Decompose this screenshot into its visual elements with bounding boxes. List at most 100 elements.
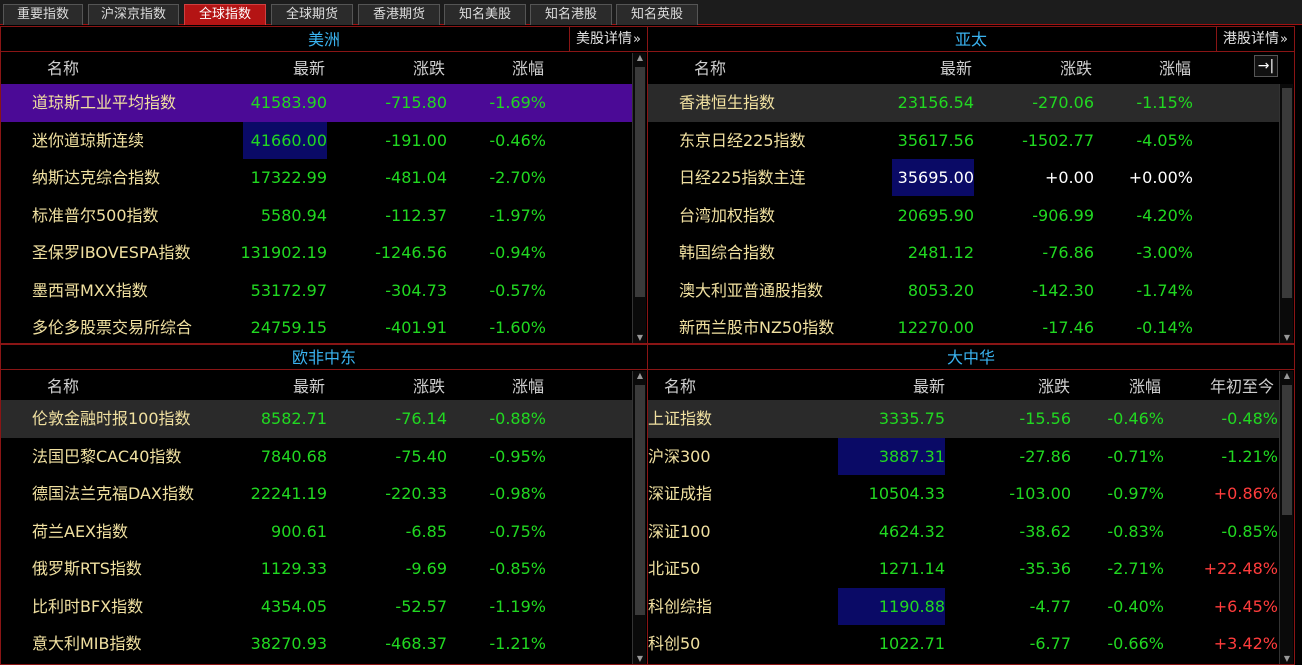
table-row[interactable]: 俄罗斯RTS指数 1129.33 -9.69 -0.85% (1, 550, 632, 588)
change: -1502.77 (1022, 130, 1094, 150)
scroll-down-icon[interactable]: ▼ (633, 333, 647, 343)
table-row[interactable]: 意大利MIB指数 38270.93 -468.37 -1.21% (1, 625, 632, 663)
table-row[interactable]: 伦敦金融时报100指数 8582.71 -76.14 -0.88% (1, 400, 632, 438)
table-row[interactable]: 韩国综合指数 2481.12 -76.86 -3.00% (648, 234, 1279, 272)
last-price: 8582.71 (260, 409, 327, 428)
vertical-scrollbar[interactable]: ▲ ▼ (632, 53, 646, 343)
table-row[interactable]: 澳大利亚普通股指数 8053.20 -142.30 -1.74% (648, 272, 1279, 310)
table-row[interactable]: 纳斯达克综合指数 17322.99 -481.04 -2.70% (1, 159, 632, 197)
col-last[interactable]: 最新 (940, 53, 972, 84)
table-row[interactable]: 科创综指 1190.88 -4.77 -0.40% +6.45% (648, 587, 1279, 626)
col-change[interactable]: 涨跌 (413, 53, 445, 84)
vertical-scrollbar[interactable]: ▲ ▼ (1279, 371, 1293, 664)
table-row[interactable]: 新西兰股市NZ50指数 12270.00 -17.46 -0.14% (648, 309, 1279, 343)
col-name[interactable]: 名称 (47, 53, 79, 84)
last-price: 22241.19 (250, 484, 327, 503)
col-change[interactable]: 涨跌 (1060, 53, 1092, 84)
col-name[interactable]: 名称 (694, 53, 726, 84)
index-name: 新西兰股市NZ50指数 (679, 318, 835, 337)
tab-global-indices[interactable]: 全球指数 (184, 4, 266, 25)
table-row[interactable]: 上证指数 3335.75 -15.56 -0.46% -0.48% (648, 400, 1279, 438)
table-row[interactable]: 迷你道琼斯连续 41660.00 -191.00 -0.46% (1, 121, 632, 160)
table-row[interactable]: 比利时BFX指数 4354.05 -52.57 -1.19% (1, 588, 632, 626)
col-pct[interactable]: 涨幅 (512, 371, 544, 402)
table-row[interactable]: 深证100 4624.32 -38.62 -0.83% -0.85% (648, 513, 1279, 551)
us-stock-detail-link[interactable]: 美股详情» (569, 27, 647, 52)
scroll-thumb[interactable] (1282, 88, 1292, 298)
tab-hk-futures[interactable]: 香港期货 (358, 4, 440, 25)
tab-important-indices[interactable]: 重要指数 (3, 4, 83, 25)
change-pct: -1.74% (1136, 280, 1193, 300)
table-row[interactable]: 香港恒生指数 23156.54 -270.06 -1.15% (648, 84, 1279, 122)
col-name[interactable]: 名称 (47, 371, 79, 402)
scroll-up-icon[interactable]: ▲ (633, 53, 647, 63)
col-pct[interactable]: 涨幅 (1159, 53, 1191, 84)
change-pct: -2.70% (489, 168, 546, 187)
tab-uk-stocks[interactable]: 知名英股 (616, 4, 698, 25)
index-name: 道琼斯工业平均指数 (32, 93, 177, 112)
column-header: 名称 最新 涨跌 涨幅 (1, 53, 647, 84)
scroll-up-icon[interactable]: ▲ (1280, 371, 1294, 381)
tab-global-futures[interactable]: 全球期货 (271, 4, 353, 25)
last-price: 35617.56 (897, 130, 974, 150)
col-pct[interactable]: 涨幅 (1129, 371, 1161, 402)
index-name: 伦敦金融时报100指数 (32, 409, 191, 428)
index-name: 法国巴黎CAC40指数 (32, 446, 182, 466)
last-price: 900.61 (271, 521, 327, 541)
index-name: 香港恒生指数 (679, 93, 776, 112)
change: -304.73 (385, 280, 447, 300)
scroll-down-icon[interactable]: ▼ (1280, 654, 1294, 664)
table-row[interactable]: 墨西哥MXX指数 53172.97 -304.73 -0.57% (1, 272, 632, 310)
tab-hk-stocks[interactable]: 知名港股 (530, 4, 612, 25)
change: -35.36 (1019, 559, 1071, 578)
change: -1246.56 (375, 243, 447, 262)
table-row[interactable]: 北证50 1271.14 -35.36 -2.71% +22.48% (648, 550, 1279, 588)
scroll-thumb[interactable] (1282, 385, 1292, 515)
table-row[interactable]: 沪深300 3887.31 -27.86 -0.71% -1.21% (648, 437, 1279, 476)
col-change[interactable]: 涨跌 (413, 371, 445, 402)
col-pct[interactable]: 涨幅 (512, 53, 544, 84)
table-row[interactable]: 道琼斯工业平均指数 41583.90 -715.80 -1.69% (1, 84, 632, 122)
col-name[interactable]: 名称 (664, 371, 696, 402)
table-row[interactable]: 台湾加权指数 20695.90 -906.99 -4.20% (648, 197, 1279, 235)
scroll-down-icon[interactable]: ▼ (633, 654, 647, 664)
col-last[interactable]: 最新 (293, 53, 325, 84)
scroll-up-icon[interactable]: ▲ (633, 371, 647, 381)
table-row[interactable]: 东京日经225指数 35617.56 -1502.77 -4.05% (648, 122, 1279, 160)
scroll-down-icon[interactable]: ▼ (1280, 333, 1294, 343)
vertical-scrollbar[interactable]: ▼ (1279, 84, 1293, 343)
americas-panel: 美洲 美股详情» 名称 最新 涨跌 涨幅 道琼斯工业平均指数 41583.90 … (0, 26, 648, 344)
col-change[interactable]: 涨跌 (1038, 371, 1070, 402)
table-row[interactable]: 多伦多股票交易所综合 24759.15 -401.91 -1.60% (1, 309, 632, 343)
table-row[interactable]: 科创50 1022.71 -6.77 -0.66% +3.42% (648, 625, 1279, 663)
table-row[interactable]: 深证成指 10504.33 -103.00 -0.97% +0.86% (648, 475, 1279, 513)
pin-right-icon[interactable]: →| (1254, 55, 1278, 77)
scroll-thumb[interactable] (635, 67, 645, 297)
tab-us-stocks[interactable]: 知名美股 (444, 4, 526, 25)
table-row[interactable]: 荷兰AEX指数 900.61 -6.85 -0.75% (1, 513, 632, 551)
vertical-scrollbar[interactable]: ▲ ▼ (632, 371, 646, 664)
change: -76.14 (395, 409, 447, 428)
change: -191.00 (385, 130, 447, 150)
last-price: 23156.54 (897, 93, 974, 112)
col-ytd[interactable]: 年初至今 (1210, 371, 1274, 402)
change-pct: -1.15% (1136, 93, 1193, 112)
change-pct: -0.95% (489, 446, 546, 466)
table-row[interactable]: 标准普尔500指数 5580.94 -112.37 -1.97% (1, 197, 632, 235)
table-row[interactable]: 德国法兰克福DAX指数 22241.19 -220.33 -0.98% (1, 475, 632, 513)
ytd-change: +6.45% (1213, 596, 1278, 616)
tab-shanghai-shenzhen-beijing[interactable]: 沪深京指数 (88, 4, 179, 25)
table-row[interactable]: 圣保罗IBOVESPA指数 131902.19 -1246.56 -0.94% (1, 234, 632, 272)
col-last[interactable]: 最新 (293, 371, 325, 402)
scroll-thumb[interactable] (635, 385, 645, 615)
last-price: 12270.00 (897, 318, 974, 337)
table-row[interactable]: 日经225指数主连 35695.00 +0.00 +0.00% (648, 159, 1279, 197)
hk-stock-detail-link[interactable]: 港股详情» (1216, 27, 1294, 52)
index-name: 北证50 (648, 559, 701, 578)
change-pct: -1.19% (489, 596, 546, 616)
change: -6.85 (405, 521, 447, 541)
detail-label: 港股详情 (1223, 31, 1280, 47)
col-last[interactable]: 最新 (913, 371, 945, 402)
change-pct: -1.97% (489, 205, 546, 225)
table-row[interactable]: 法国巴黎CAC40指数 7840.68 -75.40 -0.95% (1, 438, 632, 476)
